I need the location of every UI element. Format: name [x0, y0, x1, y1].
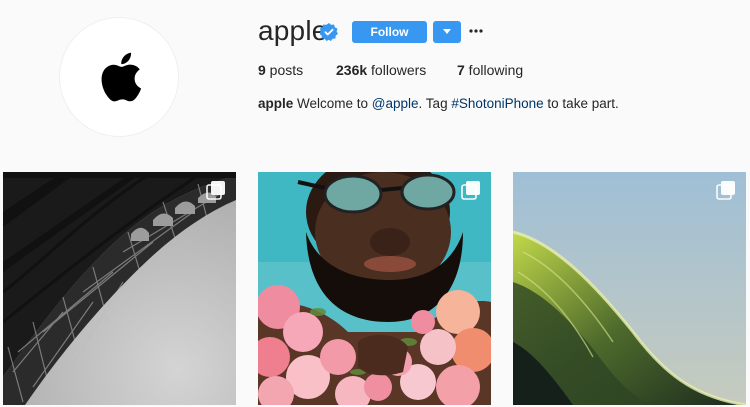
posts-stat: 9 posts: [258, 62, 303, 78]
following-count: 7: [457, 62, 465, 78]
posts-label: posts: [265, 62, 304, 78]
bio-text: . Tag: [418, 96, 452, 111]
bio-text: to take part.: [543, 96, 619, 111]
carousel-icon: [461, 181, 480, 200]
post-tile[interactable]: [3, 172, 236, 405]
post-image-ocean-wave: [513, 172, 746, 405]
followers-count: 236k: [336, 62, 368, 78]
bio-hashtag-link[interactable]: #ShotoniPhone: [451, 96, 543, 111]
post-tile[interactable]: [513, 172, 746, 405]
profile-avatar[interactable]: [59, 17, 179, 137]
post-image-portrait-with-flowers: [258, 172, 491, 405]
follow-dropdown-button[interactable]: [433, 21, 461, 43]
follow-button[interactable]: Follow: [352, 21, 427, 43]
post-image-eiffel-tower: [3, 172, 236, 405]
bio-text: Welcome to: [293, 96, 372, 111]
more-options-icon: [469, 29, 483, 33]
profile-username: apple: [258, 15, 328, 46]
followers-stat[interactable]: 236k followers: [336, 62, 426, 78]
following-label: following: [464, 62, 524, 78]
followers-label: followers: [367, 62, 427, 78]
profile-bio: apple Welcome to @apple. Tag #ShotoniPho…: [258, 96, 619, 111]
posts-count: 9: [258, 62, 266, 78]
chevron-down-icon: [443, 29, 451, 34]
post-tile[interactable]: [258, 172, 491, 405]
bio-mention-link[interactable]: @apple: [372, 96, 419, 111]
carousel-icon: [716, 181, 735, 200]
bio-name: apple: [258, 96, 294, 111]
apple-logo-icon: [101, 52, 142, 102]
following-stat[interactable]: 7 following: [457, 62, 523, 78]
carousel-icon: [206, 181, 225, 200]
more-options-button[interactable]: [468, 23, 484, 39]
verified-badge-icon: [320, 23, 338, 41]
